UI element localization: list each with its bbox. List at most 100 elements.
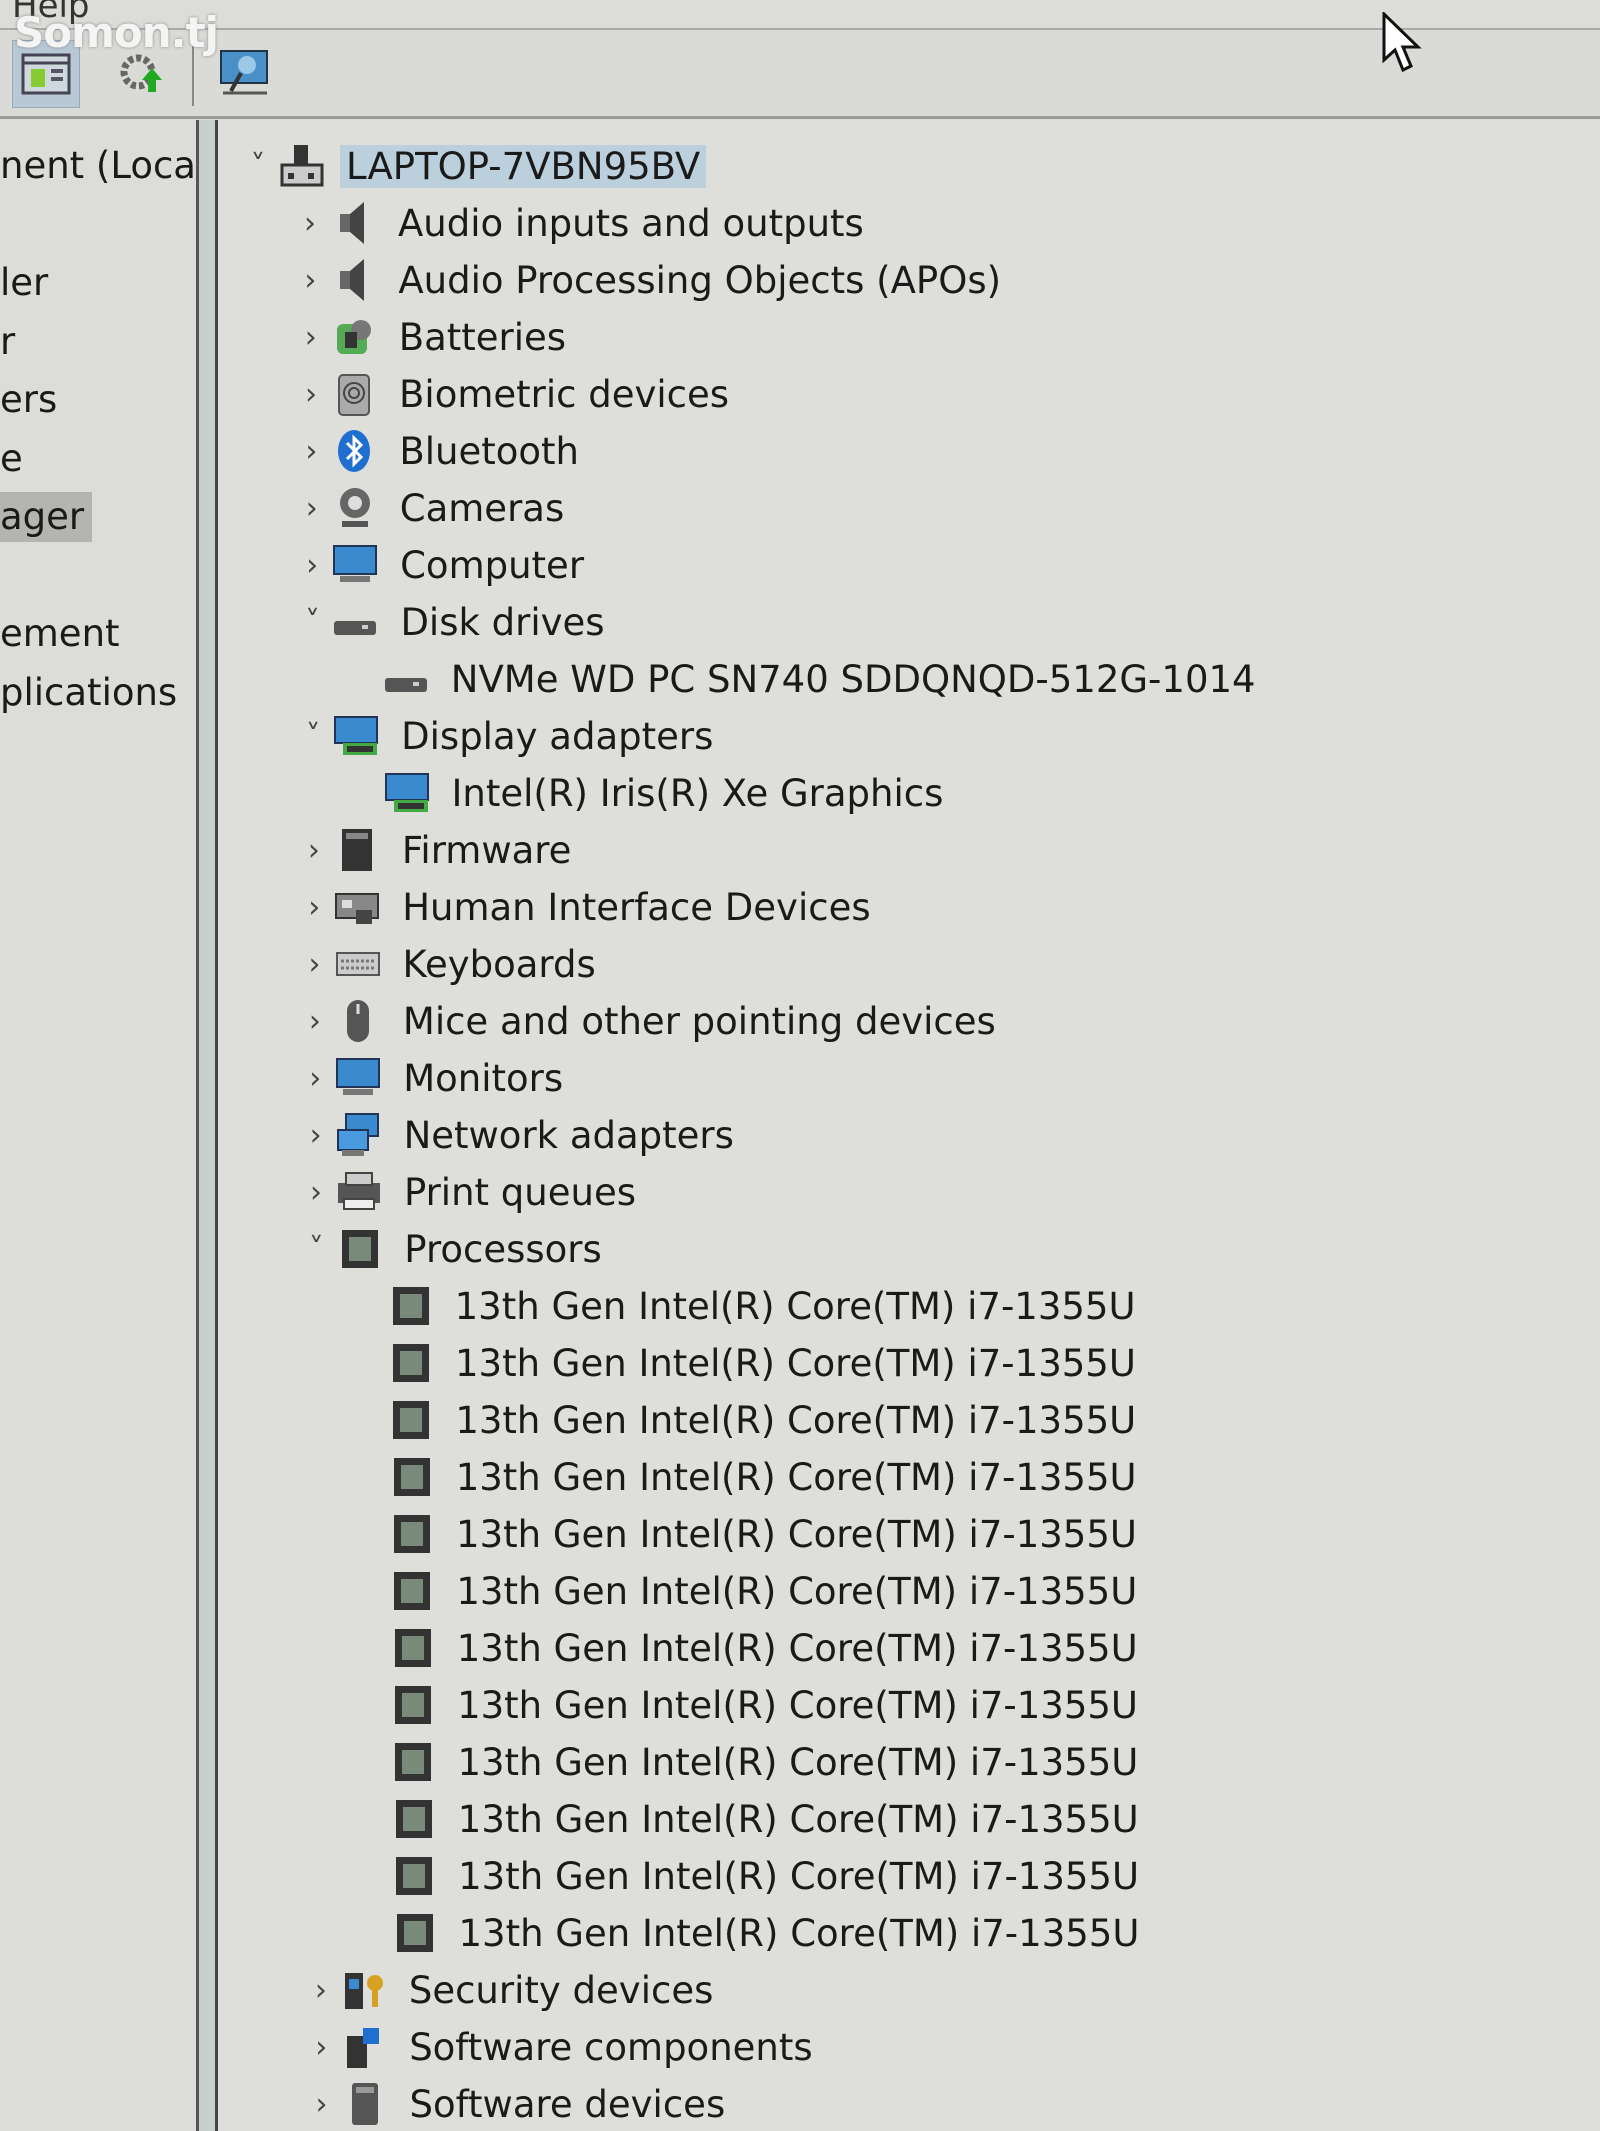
software-component-icon — [339, 2024, 389, 2070]
console-tree-item[interactable]: ers — [0, 375, 65, 425]
scan-hardware-button[interactable] — [212, 40, 278, 106]
tree-node[interactable]: 13th Gen Intel(R) Core(TM) i7-1355U — [387, 1735, 1144, 1789]
chevron-down-icon[interactable]: ˅ — [295, 719, 331, 754]
chevron-right-icon[interactable]: › — [304, 2087, 340, 2122]
processor-icon — [385, 1283, 435, 1329]
tree-node-label: Print queues — [403, 1170, 637, 1214]
tree-node[interactable]: › Human Interface Devices — [296, 880, 876, 934]
chevron-right-icon[interactable]: › — [297, 1004, 333, 1039]
computer-icon — [276, 143, 326, 189]
tree-node[interactable]: › Cameras — [294, 481, 570, 535]
tree-node-label: Software components — [409, 2025, 813, 2069]
chevron-down-icon[interactable]: ˅ — [298, 1232, 334, 1267]
chevron-right-icon[interactable]: › — [294, 548, 330, 583]
processor-icon — [334, 1226, 384, 1272]
tree-node[interactable]: 13th Gen Intel(R) Core(TM) i7-1355U — [388, 1792, 1145, 1846]
tree-node[interactable]: ˅ Disk drives — [294, 595, 610, 649]
processor-icon — [385, 1340, 435, 1386]
tree-node[interactable]: 13th Gen Intel(R) Core(TM) i7-1355U — [388, 1849, 1145, 1903]
tree-node[interactable]: 13th Gen Intel(R) Core(TM) i7-1355U — [386, 1507, 1143, 1561]
display-adapter-icon — [382, 770, 432, 816]
chevron-right-icon[interactable]: › — [297, 1061, 333, 1096]
chevron-right-icon[interactable]: › — [303, 2030, 339, 2065]
tree-node[interactable]: › Keyboards — [297, 937, 602, 991]
console-tree-item[interactable]: e — [0, 434, 31, 484]
tree-node[interactable]: 13th Gen Intel(R) Core(TM) i7-1355U — [385, 1336, 1142, 1390]
tree-node[interactable]: › Batteries — [293, 310, 572, 364]
tree-node[interactable]: › Software components — [303, 2020, 818, 2074]
tree-node[interactable]: 13th Gen Intel(R) Core(TM) i7-1355U — [389, 1906, 1146, 1960]
tree-node[interactable]: ˅ Display adapters — [295, 709, 719, 763]
display-adapter-icon — [331, 713, 381, 759]
tree-node[interactable]: Intel(R) Iris(R) Xe Graphics — [382, 766, 950, 820]
chevron-right-icon[interactable]: › — [297, 947, 333, 982]
tree-node-label: 13th Gen Intel(R) Core(TM) i7-1355U — [457, 1683, 1138, 1727]
processor-icon — [387, 1739, 437, 1785]
tree-node-label: 13th Gen Intel(R) Core(TM) i7-1355U — [456, 1512, 1137, 1556]
tree-node[interactable]: 13th Gen Intel(R) Core(TM) i7-1355U — [387, 1621, 1144, 1675]
processor-icon — [388, 1853, 438, 1899]
console-tree-item[interactable]: ager — [0, 492, 93, 542]
tree-node[interactable]: 13th Gen Intel(R) Core(TM) i7-1355U — [386, 1450, 1143, 1504]
chevron-right-icon[interactable]: › — [293, 434, 329, 469]
chevron-right-icon[interactable]: › — [303, 1973, 339, 2008]
tree-node[interactable]: › Bluetooth — [293, 424, 585, 478]
tree-node[interactable]: 13th Gen Intel(R) Core(TM) i7-1355U — [385, 1393, 1142, 1447]
menu-bar: Help — [0, 0, 1600, 30]
tree-node[interactable]: › Firmware — [296, 823, 578, 877]
console-tree-item[interactable] — [0, 200, 8, 250]
tree-node[interactable]: › Biometric devices — [293, 367, 735, 421]
chevron-right-icon[interactable]: › — [296, 890, 332, 925]
tree-node-label: Human Interface Devices — [402, 885, 871, 929]
tree-node-label: Cameras — [399, 486, 565, 530]
tree-node[interactable]: › Audio inputs and outputs — [292, 196, 870, 250]
tree-node[interactable]: ˅ Processors — [298, 1222, 607, 1276]
chevron-right-icon[interactable]: › — [298, 1175, 334, 1210]
chevron-right-icon[interactable]: › — [298, 1118, 334, 1153]
tree-node[interactable]: › Audio Processing Objects (APOs) — [292, 253, 1007, 307]
console-tree-item[interactable] — [0, 551, 8, 601]
tree-node-label: Software devices — [409, 2082, 726, 2126]
pane-splitter[interactable] — [199, 120, 218, 2131]
tree-node[interactable]: › Computer — [294, 538, 590, 592]
tree-node-label: 13th Gen Intel(R) Core(TM) i7-1355U — [455, 1455, 1137, 1499]
chevron-down-icon[interactable]: ˅ — [294, 605, 330, 640]
tree-node[interactable]: › Software devices — [304, 2077, 732, 2131]
tree-node-label: Computer — [400, 543, 585, 587]
tree-node-label: Biometric devices — [399, 372, 730, 416]
console-tree-item[interactable]: r — [0, 317, 23, 367]
tree-node[interactable]: 13th Gen Intel(R) Core(TM) i7-1355U — [386, 1564, 1143, 1618]
tree-node[interactable]: › Monitors — [297, 1051, 569, 1105]
chevron-right-icon[interactable]: › — [292, 206, 328, 241]
tree-node-label: 13th Gen Intel(R) Core(TM) i7-1355U — [457, 1797, 1139, 1841]
tree-node[interactable]: 13th Gen Intel(R) Core(TM) i7-1355U — [385, 1279, 1142, 1333]
chevron-down-icon[interactable]: ˅ — [240, 149, 276, 184]
tree-node-label: Keyboards — [402, 942, 596, 986]
tree-node-label: Audio Processing Objects (APOs) — [398, 258, 1002, 302]
chevron-right-icon[interactable]: › — [292, 263, 328, 298]
console-tree-item[interactable]: ement — [0, 609, 128, 659]
watermark: Somon.tj — [14, 8, 219, 57]
properties-icon — [21, 53, 71, 95]
tree-node[interactable]: › Network adapters — [298, 1108, 740, 1162]
tree-node[interactable]: › Print queues — [298, 1165, 642, 1219]
software-device-icon — [340, 2081, 390, 2127]
security-icon — [339, 1967, 389, 2013]
processor-icon — [386, 1511, 436, 1557]
tree-node[interactable]: › Mice and other pointing devices — [297, 994, 1002, 1048]
console-tree-item[interactable]: nent (Local) — [0, 141, 196, 191]
tree-node-label: Bluetooth — [399, 429, 580, 473]
console-tree-item[interactable]: ler — [0, 258, 56, 308]
chevron-right-icon[interactable]: › — [293, 377, 329, 412]
tree-root-node[interactable]: ˅ LAPTOP-7VBN95BV — [240, 139, 707, 193]
processor-icon — [388, 1796, 438, 1842]
processor-icon — [385, 1397, 435, 1443]
tree-node[interactable]: NVMe WD PC SN740 SDDQNQD-512G-1014 — [381, 652, 1262, 706]
console-tree-item[interactable]: plications — [0, 668, 196, 718]
chevron-right-icon[interactable]: › — [293, 320, 329, 355]
tree-node[interactable]: › Security devices — [303, 1963, 720, 2017]
chevron-right-icon[interactable]: › — [296, 833, 332, 868]
chevron-right-icon[interactable]: › — [294, 491, 330, 526]
processor-icon — [386, 1568, 436, 1614]
tree-node[interactable]: 13th Gen Intel(R) Core(TM) i7-1355U — [387, 1678, 1144, 1732]
